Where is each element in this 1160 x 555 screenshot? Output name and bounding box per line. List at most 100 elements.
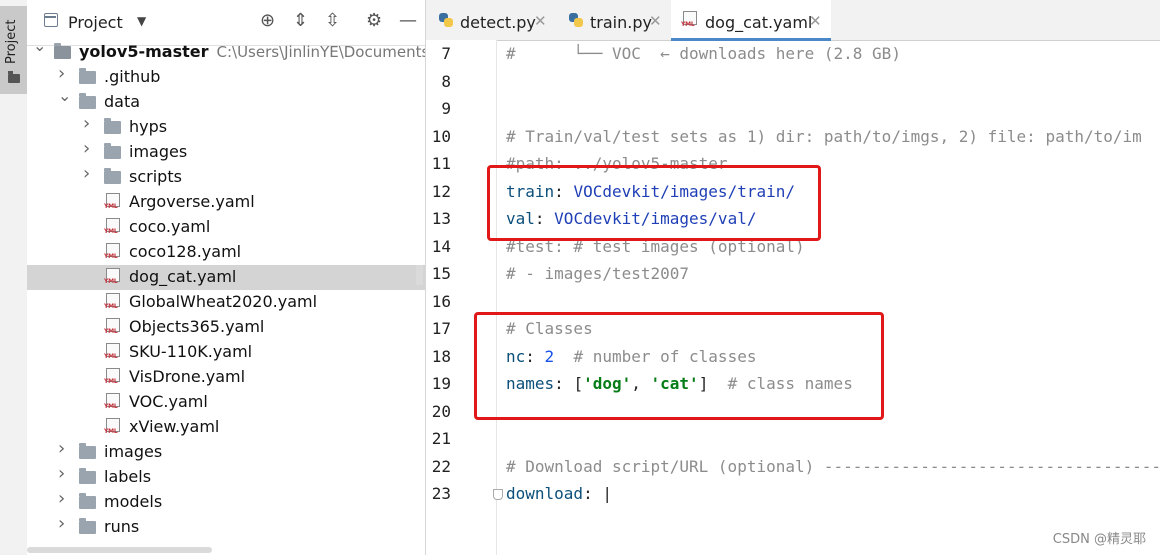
tree-folder-item[interactable]: › scripts [27, 165, 425, 190]
tree-file-item[interactable]: YML dog_cat.yaml [27, 265, 425, 290]
chevron-right-icon[interactable]: › [58, 65, 68, 83]
watermark: CSDN @精灵耶 [1052, 532, 1146, 547]
tree-item-label: VisDrone.yaml [129, 367, 246, 386]
yaml-file-icon: YML [104, 293, 121, 311]
code-line[interactable]: # Train/val/test sets as 1) dir: path/to… [506, 127, 1142, 146]
tree-folder-item[interactable]: ⌄ yolov5-master C:\Users\JinlinYE\Document… [27, 38, 425, 65]
tree-item-label: VOC.yaml [129, 392, 208, 411]
line-number: 22 [431, 456, 451, 476]
hide-panel-icon[interactable]: — [399, 12, 417, 30]
project-path: C:\Users\JinlinYE\Documents\YE [216, 43, 425, 61]
tree-item-label: coco.yaml [129, 217, 211, 236]
tree-item-label: dog_cat.yaml [129, 267, 237, 286]
tab-dog_cat-yaml[interactable]: YML dog_cat.yaml ✕ [671, 0, 831, 41]
folder-icon [54, 43, 71, 59]
project-window-icon [44, 13, 58, 27]
tree-item-label: yolov5-masterC:\Users\JinlinYE\Documents… [79, 42, 425, 61]
code-line[interactable]: # - images/test2007 [506, 264, 689, 283]
collapse-all-icon[interactable]: ⇳ [325, 12, 340, 30]
tree-file-item[interactable]: YML VOC.yaml [27, 390, 425, 415]
tree-folder-item[interactable]: › images [27, 440, 425, 465]
folder-icon [104, 118, 121, 134]
folder-icon [8, 71, 20, 83]
python-file-icon [569, 13, 583, 27]
tree-file-item[interactable]: YML coco128.yaml [27, 240, 425, 265]
chevron-down-icon[interactable]: ⌄ [33, 38, 46, 54]
line-number: 18 [431, 346, 451, 366]
tree-file-item[interactable]: YML GlobalWheat2020.yaml [27, 290, 425, 315]
folder-icon [79, 443, 96, 459]
expand-all-icon[interactable]: ⇕ [293, 12, 308, 30]
folder-icon [79, 518, 96, 534]
tree-item-label: scripts [129, 167, 182, 186]
tab-detect-py[interactable]: detect.py ✕ [426, 0, 556, 40]
yaml-file-icon: YML [104, 343, 121, 361]
close-tab-icon[interactable]: ✕ [649, 12, 662, 30]
chevron-down-icon[interactable]: ⌄ [58, 88, 71, 104]
vertical-scrollbar[interactable] [416, 265, 423, 285]
code-line[interactable]: # Download script/URL (optional) -------… [506, 457, 1160, 476]
line-number: 11 [431, 154, 451, 173]
code-line[interactable]: # └── VOC ← downloads here (2.8 GB) [506, 44, 901, 63]
line-number: 21 [431, 429, 451, 448]
tab-label: detect.py [460, 13, 536, 32]
tree-folder-item[interactable]: › runs [27, 515, 425, 540]
tree-folder-item[interactable]: › models [27, 490, 425, 515]
yaml-file-icon: YML [104, 418, 121, 436]
chevron-right-icon[interactable]: › [83, 115, 93, 133]
tree-file-item[interactable]: YML VisDrone.yaml [27, 365, 425, 390]
line-number: 17 [431, 319, 451, 338]
tree-file-item[interactable]: YML coco.yaml [27, 215, 425, 240]
tree-folder-item[interactable]: › hyps [27, 115, 425, 140]
editor-tab-bar: detect.py ✕ train.py ✕ YML dog_cat.yaml ✕ [426, 0, 1160, 41]
tree-item-label: GlobalWheat2020.yaml [129, 292, 318, 311]
tree-item-label: Objects365.yaml [129, 317, 265, 336]
yaml-file-icon: YML [104, 193, 121, 211]
close-tab-icon[interactable]: ✕ [809, 12, 822, 30]
tool-window-strip: Project [0, 0, 28, 555]
line-number: 14 [431, 236, 451, 256]
chevron-right-icon[interactable]: › [58, 515, 68, 533]
tree-item-label: labels [104, 467, 152, 486]
chevron-right-icon[interactable]: › [58, 440, 68, 458]
tree-folder-item[interactable]: › labels [27, 465, 425, 490]
horizontal-scrollbar[interactable] [27, 547, 212, 553]
yaml-file-icon: YML [681, 11, 698, 29]
chevron-right-icon[interactable]: › [58, 465, 68, 483]
tab-train-py[interactable]: train.py ✕ [556, 0, 671, 40]
folder-icon [104, 143, 121, 159]
tree-item-label: .github [104, 67, 161, 86]
line-number: 19 [431, 374, 451, 393]
highlight-box-classes [474, 312, 884, 420]
project-tool-button[interactable]: Project [0, 6, 27, 94]
tree-item-label: xView.yaml [129, 417, 220, 436]
tree-folder-item[interactable]: ⌄ data [27, 88, 425, 115]
tree-file-item[interactable]: YML Argoverse.yaml [27, 190, 425, 215]
chevron-down-icon[interactable]: ▼ [137, 14, 146, 28]
folder-icon [79, 493, 96, 509]
chevron-right-icon[interactable]: › [58, 490, 68, 508]
tree-file-item[interactable]: YML xView.yaml [27, 415, 425, 440]
python-file-icon [439, 13, 453, 27]
tree-file-item[interactable]: YML Objects365.yaml [27, 315, 425, 340]
line-number: 13 [431, 209, 451, 228]
project-panel-title[interactable]: Project [68, 13, 123, 32]
chevron-right-icon[interactable]: › [83, 140, 93, 158]
locate-icon[interactable]: ⊕ [260, 12, 275, 30]
tree-folder-item[interactable]: › .github [27, 65, 425, 90]
gear-icon[interactable]: ⚙ [366, 12, 382, 30]
line-number: 8 [441, 71, 451, 91]
fold-marker-icon[interactable] [493, 489, 503, 500]
tree-folder-item[interactable]: › images [27, 140, 425, 165]
tree-item-label: images [104, 442, 163, 461]
yaml-file-icon: YML [104, 318, 121, 336]
chevron-right-icon[interactable]: › [83, 165, 93, 183]
line-number: 16 [431, 291, 451, 311]
yaml-file-icon: YML [104, 268, 121, 286]
yaml-file-icon: YML [104, 218, 121, 236]
tree-file-item[interactable]: YML SKU-110K.yaml [27, 340, 425, 365]
close-tab-icon[interactable]: ✕ [534, 12, 547, 30]
code-line[interactable]: download: | [506, 484, 612, 503]
tree-item-label: coco128.yaml [129, 242, 242, 261]
tree-item-label: models [104, 492, 163, 511]
